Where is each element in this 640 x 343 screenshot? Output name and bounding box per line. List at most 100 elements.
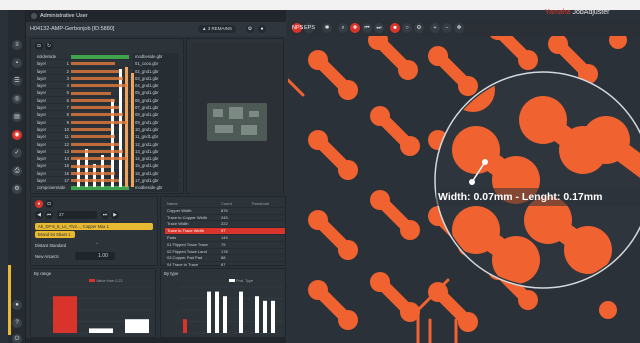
info-icon[interactable]: ◦	[93, 240, 101, 248]
status-bar	[26, 338, 286, 343]
magnifier-lens	[434, 71, 640, 289]
layer-name: layer	[37, 105, 47, 111]
stepper-value: 1.00	[98, 253, 108, 259]
table-row[interactable]: Trace to Trace Width 97	[165, 228, 285, 235]
camera2-icon[interactable]: ◘	[45, 200, 53, 208]
layer-file: modbeside.gbr	[133, 53, 179, 61]
gerber-viewer[interactable]	[288, 20, 640, 343]
eps-button[interactable]: EPS	[304, 23, 315, 33]
chart-bar[interactable]	[223, 296, 227, 333]
table-row[interactable]: Copper Width 876	[165, 208, 285, 215]
table-row[interactable]: 01 Flipped Trace Trace 75	[165, 242, 285, 249]
adjust-icon[interactable]: ◉	[12, 130, 22, 140]
layer-progress-bar	[71, 69, 119, 73]
rule-count: 88	[221, 255, 226, 261]
circle-icon[interactable]: ○	[402, 23, 412, 33]
range-chart-title: By range	[34, 271, 52, 276]
layer-name: layer	[37, 170, 47, 176]
table-row[interactable]: Trace Width 222	[165, 221, 285, 229]
options-icon[interactable]: ●	[258, 25, 266, 33]
forward-icon[interactable]: ⏭	[101, 211, 109, 219]
layer-name: layer	[37, 75, 47, 81]
chart-bar[interactable]	[183, 319, 187, 333]
rule-name: Trace to Copper Width	[167, 214, 208, 220]
chart-bar[interactable]	[53, 296, 77, 333]
zoom-in-icon[interactable]: +	[430, 23, 440, 33]
chart-bar[interactable]	[255, 296, 259, 333]
layer-chart-bar	[131, 73, 134, 187]
pan-icon[interactable]: ✥	[454, 23, 464, 33]
chart-icon[interactable]: ▤	[12, 112, 22, 122]
nps-button[interactable]: NPS	[292, 23, 303, 33]
filter-field[interactable]: Ab_DF-5_8_Lo_Ylv2..., Copper Max 1	[35, 223, 153, 230]
stop-icon[interactable]: ■	[390, 23, 400, 33]
chart-bar[interactable]	[271, 300, 275, 333]
list-icon[interactable]: ☰	[12, 76, 22, 86]
column-header: Threshold	[251, 201, 269, 206]
layer-number: 11	[64, 134, 69, 140]
range-chart-legend: Value from 0.22	[89, 279, 123, 283]
table-row[interactable]: 03 Copper Pad Pad 88	[165, 255, 285, 263]
rule-count: 222	[221, 221, 228, 227]
prev-icon[interactable]: ◀	[35, 211, 43, 219]
skip-forward-icon[interactable]: ⏭	[374, 23, 384, 33]
table-row[interactable]: Pads 145	[165, 235, 285, 242]
table-row[interactable]: solderside modbeside.gbr	[35, 53, 181, 61]
chart-bar[interactable]	[125, 319, 149, 333]
dashboard-icon[interactable]: ▪	[12, 58, 22, 68]
page-input[interactable]: 27	[57, 211, 97, 219]
chart-bar[interactable]	[263, 300, 267, 333]
layer-number: 13	[64, 148, 69, 154]
target-icon[interactable]: ✚	[350, 23, 360, 33]
power-icon[interactable]: ⏻	[12, 334, 22, 343]
rule-count: 145	[221, 234, 228, 240]
settings-icon[interactable]: ⚙	[12, 184, 22, 194]
layer-number: 7	[66, 105, 69, 111]
layer-number: 12	[64, 141, 69, 147]
menu-icon[interactable]: ≡	[12, 40, 22, 50]
zoom-out-icon[interactable]: −	[442, 23, 452, 33]
avatar[interactable]	[31, 13, 37, 19]
chart-bar[interactable]	[89, 328, 113, 333]
help-icon[interactable]: ?	[12, 318, 22, 328]
zoom-icon[interactable]: ⌕	[338, 23, 348, 33]
user-icon[interactable]: ●	[12, 300, 22, 310]
layer-progress-bar	[71, 164, 111, 168]
layer-progress-bar	[71, 135, 115, 139]
settings-small-icon[interactable]: ⚙	[414, 23, 424, 33]
camera-icon[interactable]: ◘	[35, 42, 43, 50]
rewind-icon[interactable]: ⏮	[45, 211, 53, 219]
layer-name: layer	[37, 83, 47, 89]
layer-file: modbeside.gbr	[133, 184, 179, 192]
pcb-preview[interactable]	[191, 43, 283, 195]
range-chart-panel: By range Value from 0.22	[30, 268, 156, 338]
chart-bar[interactable]	[239, 291, 243, 333]
value-stepper[interactable]: 1.00	[75, 252, 115, 260]
remains-button[interactable]: ▲ 3 REMAINS	[198, 25, 236, 33]
table-row[interactable]: 02 Flipped Trace Land 178	[165, 249, 285, 256]
layer-name: layer	[37, 163, 47, 169]
rule-count: 876	[221, 207, 228, 213]
column-header: Count	[221, 201, 232, 206]
record-icon[interactable]: ●	[35, 200, 43, 208]
layer-bar	[71, 55, 129, 59]
chart-bar[interactable]	[215, 291, 219, 333]
skip-back-icon[interactable]: ⏮	[362, 23, 372, 33]
check-icon[interactable]: ✓	[12, 148, 22, 158]
refresh-icon[interactable]: ↻	[45, 42, 53, 50]
table-row[interactable]: Trace to Copper Width 245	[165, 215, 285, 222]
chart-bar[interactable]	[207, 291, 211, 333]
layer-number: 5	[66, 90, 69, 96]
fit-icon[interactable]: ✱	[322, 23, 332, 33]
next-icon[interactable]: ▶	[111, 211, 119, 219]
layers-icon[interactable]: ◎	[12, 94, 22, 104]
layer-progress-bar	[71, 113, 123, 117]
table-row[interactable]: componentside modbeside.gbr	[35, 184, 181, 192]
layer-number: 10	[64, 126, 69, 132]
layer-panel: ◘ ↻ solderside modbeside.gbr layer 1 01_cooo…	[30, 38, 184, 194]
settings-gear-icon[interactable]: ⚙	[246, 25, 254, 33]
print-icon[interactable]: ⎙	[12, 166, 22, 176]
brand-field[interactable]: Brand 54 Sbars 1	[35, 231, 75, 238]
layer-progress-bar	[71, 128, 111, 131]
layer-number: 6	[66, 97, 69, 103]
